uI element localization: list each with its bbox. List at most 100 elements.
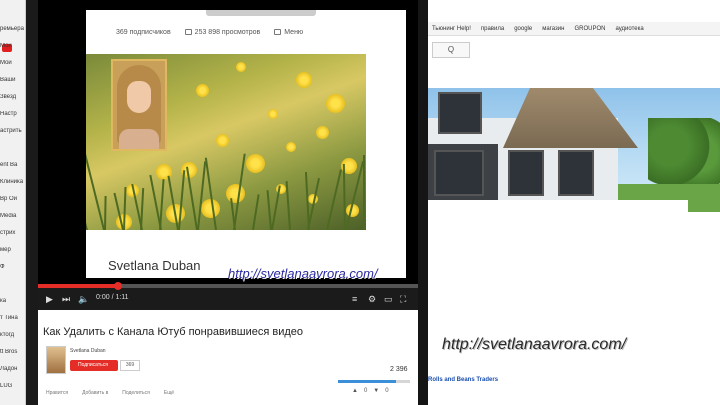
image-edge	[428, 200, 688, 212]
bookmark-item[interactable]: магазин	[542, 22, 564, 35]
bookmark-item[interactable]: google	[514, 22, 532, 35]
grass-blade	[86, 200, 88, 230]
progress-bar[interactable]	[38, 282, 418, 290]
sidebar-item-label[interactable]: ent Ba	[0, 162, 26, 168]
views-total-label: 253 898 просмотров	[194, 28, 261, 36]
more-action[interactable]: Ещё	[164, 390, 174, 396]
miniplayer-icon[interactable]: ▭	[384, 293, 393, 305]
subscribe-button[interactable]: Подписаться	[70, 360, 118, 371]
window	[508, 150, 544, 196]
dandelion-flower	[286, 142, 296, 152]
grass-blade	[178, 170, 186, 230]
sidebar-item-label[interactable]: Вр Ой	[0, 196, 26, 202]
channel-avatar[interactable]	[46, 346, 66, 374]
playlist-icon[interactable]: ≡	[352, 293, 357, 305]
dandelion-flower	[296, 72, 312, 88]
next-icon[interactable]: ⏭	[62, 293, 70, 305]
player-controls: ▶ ⏭ 🔈 0:00 / 1:11 ≡ ⚙ ▭ ⛶	[38, 282, 418, 310]
sidebar-item-label[interactable]: ремьера	[0, 26, 26, 32]
bookmark-item[interactable]: Тьюнинг Help!	[432, 22, 471, 35]
sidebar-item-label[interactable]: Ваши	[0, 77, 26, 83]
progress-knob[interactable]	[113, 282, 122, 290]
grass-blade	[252, 194, 260, 230]
sidebar-item-label[interactable]: Media	[0, 213, 26, 219]
right-browser-window: Тьюнинг Help! правила google магазин GRO…	[428, 0, 720, 405]
channel-name[interactable]: Svetlana Duban	[70, 348, 106, 354]
volume-icon[interactable]: 🔈	[78, 293, 89, 305]
sidebar-item-label[interactable]: астрить	[0, 128, 26, 134]
grass-blade	[342, 163, 346, 230]
sidebar-item-label[interactable]: tt Bros	[0, 349, 26, 355]
bookmark-item[interactable]: GROUPON	[574, 22, 605, 35]
like-action[interactable]: Нравится	[46, 390, 68, 396]
progress-fill	[38, 284, 118, 288]
dandelion-flower	[236, 62, 246, 72]
dandelion-flower	[316, 126, 329, 139]
grass-blade	[363, 155, 365, 230]
settings-icon[interactable]: ⚙	[368, 293, 376, 305]
portrait-photo	[111, 59, 167, 151]
grass-blade	[104, 195, 107, 230]
view-count: 2 396	[390, 366, 408, 373]
thumbs-up-icon[interactable]: ▲	[352, 388, 358, 394]
sidebar-item-label[interactable]: мер	[0, 247, 26, 253]
views-stat: 253 898 просмотров	[184, 28, 261, 36]
dandelion-flower	[268, 109, 278, 119]
subscribers-label: 369 подписчиков	[116, 28, 171, 36]
slide-author-name: Svetlana Duban	[108, 258, 201, 273]
youtube-sidebar: ремьера Мой Мой Ваши Звезд Настр астрить ent Ba…	[0, 0, 26, 405]
ad-link[interactable]: Rolls and Beans Traders	[428, 377, 498, 383]
sidebar-item-label[interactable]: Настр	[0, 111, 26, 117]
menu-icon	[274, 29, 282, 35]
grass-blade	[204, 157, 217, 230]
add-to-action[interactable]: Добавить в	[82, 390, 108, 396]
dandelion-flower	[196, 84, 209, 97]
sidebar-item-label[interactable]: ктогд	[0, 332, 26, 338]
thumbs-down-icon[interactable]: ▼	[373, 388, 379, 394]
subscribers-stat: 369 подписчиков	[116, 29, 171, 36]
bookmark-item[interactable]: правила	[481, 22, 504, 35]
sidebar-item-label[interactable]: Мой	[0, 60, 26, 66]
grass-blade	[197, 161, 207, 230]
dandelion-flower	[226, 184, 245, 203]
site-url-overlay[interactable]: http://svetlanaavrora.com/	[442, 336, 626, 354]
search-icon[interactable]: Q	[432, 42, 470, 58]
window-divider	[418, 0, 428, 405]
menu-item[interactable]: Меню	[274, 29, 303, 36]
sidebar-item-label[interactable]: ка	[0, 298, 26, 304]
play-icon[interactable]: ▶	[46, 293, 53, 305]
bookmark-item[interactable]: аудиотека	[615, 22, 643, 35]
action-row: Нравится Добавить в Поделиться Ещё	[46, 390, 174, 396]
trees	[648, 118, 720, 188]
house-image	[428, 88, 720, 212]
sidebar-item-label[interactable]: LUG	[0, 383, 26, 389]
video-frame: 369 подписчиков 253 898 просмотров Меню	[86, 10, 406, 278]
grass-blade	[159, 179, 165, 230]
fullscreen-icon[interactable]: ⛶	[400, 293, 406, 305]
sidebar-item-label[interactable]: Клиника	[0, 179, 26, 185]
menu-label: Меню	[284, 28, 304, 36]
bookmarks-bar: Тьюнинг Help! правила google магазин GRO…	[428, 22, 720, 36]
subscriber-count: 369	[120, 360, 140, 371]
sidebar-item-label[interactable]: Звезд	[0, 94, 26, 100]
window-gap	[26, 0, 38, 405]
grass-blade	[140, 188, 145, 230]
video-player[interactable]: 369 подписчиков 253 898 просмотров Меню	[38, 0, 447, 310]
sidebar-item-label[interactable]: стрих	[0, 230, 26, 236]
watermark-url[interactable]: http://svetlanaavrora.com/	[228, 266, 378, 281]
grass-blade	[285, 181, 291, 230]
sidebar-item-label[interactable]: Мой	[0, 43, 26, 49]
channel-header: 369 подписчиков 253 898 просмотров Меню	[86, 10, 406, 54]
dandelion-flower	[326, 94, 345, 113]
grass-blade	[326, 169, 342, 230]
grass-blade	[266, 190, 272, 230]
grass-blade	[307, 177, 320, 230]
sidebar-item-label[interactable]: Ладон	[0, 366, 26, 372]
sidebar-item-label[interactable]: Ф	[0, 264, 26, 270]
dandelion-flower	[246, 154, 265, 173]
slide-margin	[366, 54, 406, 230]
like-count: 0	[363, 388, 368, 394]
sidebar-item-label[interactable]: т Тина	[0, 315, 26, 321]
dandelion-flower	[216, 134, 229, 147]
share-action[interactable]: Поделиться	[122, 390, 150, 396]
